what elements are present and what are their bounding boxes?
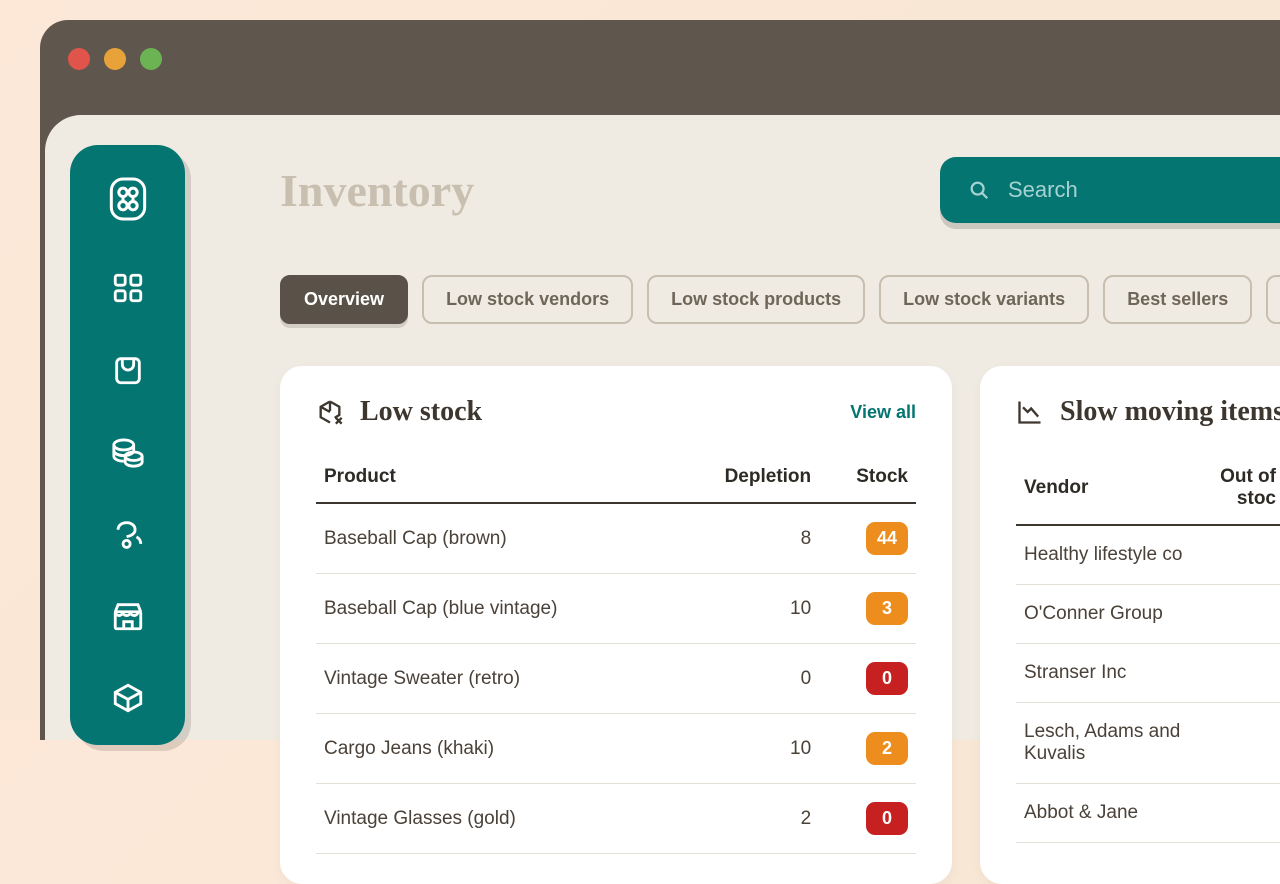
view-all-link[interactable]: View all [850,402,916,423]
stock-badge: 44 [866,522,908,555]
cell-stock: 0 [819,644,916,714]
cell-vendor: Lesch, Adams and Kuvalis [1016,703,1194,784]
tab-overview[interactable]: Overview [280,275,408,324]
cell-product: Vintage Glasses (gold) [316,784,673,854]
low-stock-card: Low stock View all Product Depletion Sto… [280,366,952,884]
table-row[interactable]: Vintage Glasses (gold)2 0 [316,784,916,854]
cards-row: Low stock View all Product Depletion Sto… [280,366,1280,884]
cell-product: Cargo Jeans (khaki) [316,714,673,784]
cell-vendor: Abbot & Jane [1016,784,1194,843]
stock-badge: 2 [866,732,908,765]
stock-badge: 0 [866,802,908,835]
table-row[interactable]: Baseball Cap (blue vintage)10 3 [316,574,916,644]
table-row[interactable]: Cargo Jeans (khaki)10 2 [316,714,916,784]
cell-stock: 2 [819,714,916,784]
stock-badge: 3 [866,592,908,625]
cell-stock: 44 [819,503,916,574]
close-window-button[interactable] [68,48,90,70]
table-row[interactable]: Lesch, Adams and Kuvalis [1016,703,1280,784]
cell-vendor: Stranser Inc [1016,644,1194,703]
box-x-icon [316,398,344,426]
slow-moving-table: Vendor Out of stoc Healthy lifestyle coO… [1016,456,1280,843]
cell-product: Vintage Sweater (retro) [316,644,673,714]
header: Inventory Search [280,157,1280,223]
cell-product: Baseball Cap (blue vintage) [316,574,673,644]
col-depletion: Depletion [673,456,820,503]
browser-window: Inventory Search Overview Low stock vendo… [40,20,1280,740]
table-row[interactable]: Baseball Cap (brown)8 44 [316,503,916,574]
search-placeholder: Search [1008,177,1078,203]
cell-product: Baseball Cap (brown) [316,503,673,574]
stock-badge: 0 [866,662,908,695]
cell-depletion: 10 [673,574,820,644]
maximize-window-button[interactable] [140,48,162,70]
tabs: Overview Low stock vendors Low stock produ… [280,275,1280,324]
minimize-window-button[interactable] [104,48,126,70]
support-icon[interactable] [111,517,145,551]
trend-down-icon [1016,398,1044,426]
app-surface: Inventory Search Overview Low stock vendo… [45,115,1280,740]
main-content: Inventory Search Overview Low stock vendo… [215,115,1280,740]
dashboard-icon[interactable] [111,271,145,305]
slow-moving-card: Slow moving items Vendor Out of stoc Hea… [980,366,1280,884]
storefront-icon[interactable] [111,599,145,633]
cell-oos [1194,784,1280,843]
cell-stock: 3 [819,574,916,644]
tab-best-sellers[interactable]: Best sellers [1103,275,1252,324]
window-controls [40,20,1280,70]
table-row[interactable]: Healthy lifestyle co [1016,525,1280,585]
cell-depletion: 10 [673,714,820,784]
package-icon[interactable] [111,681,145,715]
low-stock-table: Product Depletion Stock Baseball Cap (br… [316,456,916,854]
tab-stocktake[interactable]: Stocktake [1266,275,1280,324]
search-icon [968,179,990,201]
coins-icon[interactable] [111,435,145,469]
table-row[interactable]: Stranser Inc [1016,644,1280,703]
tab-low-stock-variants[interactable]: Low stock variants [879,275,1089,324]
cell-oos [1194,585,1280,644]
tab-low-stock-products[interactable]: Low stock products [647,275,865,324]
col-vendor: Vendor [1016,456,1194,525]
page-title: Inventory [280,164,474,217]
logo-icon [108,175,148,223]
sidebar [70,145,185,745]
search-input[interactable]: Search [940,157,1280,223]
tab-low-stock-vendors[interactable]: Low stock vendors [422,275,633,324]
table-row[interactable]: Abbot & Jane [1016,784,1280,843]
cell-oos [1194,703,1280,784]
cell-vendor: O'Conner Group [1016,585,1194,644]
col-stock: Stock [819,456,916,503]
low-stock-title: Low stock [360,396,482,428]
table-row[interactable]: Vintage Sweater (retro)00 [316,644,916,714]
cell-oos [1194,644,1280,703]
col-out-of-stock: Out of stoc [1194,456,1280,525]
cell-oos [1194,525,1280,585]
cell-depletion: 2 [673,784,820,854]
col-product: Product [316,456,673,503]
slow-moving-title: Slow moving items [1060,396,1280,428]
cell-vendor: Healthy lifestyle co [1016,525,1194,585]
cell-stock: 0 [819,784,916,854]
shop-icon[interactable] [111,353,145,387]
cell-depletion: 8 [673,503,820,574]
table-row[interactable]: O'Conner Group [1016,585,1280,644]
cell-depletion: 0 [673,644,820,714]
